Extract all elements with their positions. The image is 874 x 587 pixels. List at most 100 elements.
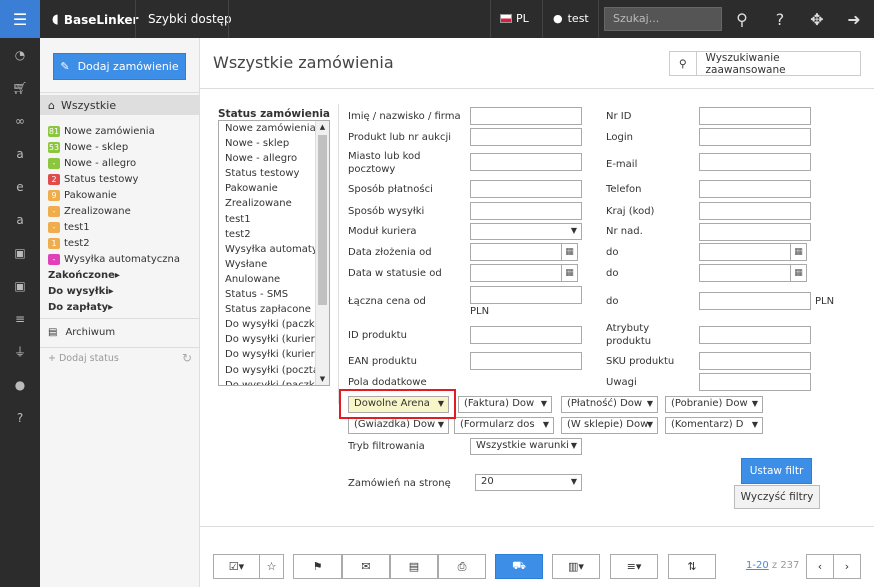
status-option[interactable]: Status - SMS <box>219 287 329 302</box>
sidebar-item-status[interactable]: - Wysyłka automatyczna <box>48 251 198 267</box>
status-option[interactable]: Do wysyłki (poczta <box>219 363 329 378</box>
scrollbar-thumb[interactable] <box>318 135 327 305</box>
select-all-button[interactable]: ☑▾ <box>213 554 260 579</box>
sidebar-item-status[interactable]: - test1 <box>48 219 198 235</box>
refresh-icon[interactable]: ↻ <box>182 351 192 365</box>
search-input[interactable]: Szukaj... <box>604 7 722 31</box>
status-option[interactable]: Nowe zamówienia <box>219 121 329 136</box>
sidebar-group-finished[interactable]: Zakończone ▸ <box>48 267 198 283</box>
status-option[interactable]: Wysyłka automaty <box>219 242 329 257</box>
language-selector[interactable]: PL <box>500 12 529 25</box>
quick-access-link[interactable]: Szybki dostęp <box>148 12 232 26</box>
move-icon[interactable]: ✥ <box>799 0 835 38</box>
phone-field[interactable] <box>699 180 811 198</box>
status-multiselect[interactable]: Nowe zamówienia Nowe - sklep Nowe - alle… <box>218 120 330 386</box>
star-button[interactable]: ☆ <box>259 554 284 579</box>
product-id-field[interactable] <box>470 326 582 344</box>
status-option[interactable]: Wysłane <box>219 257 329 272</box>
status-option[interactable]: Nowe - allegro <box>219 151 329 166</box>
status-option[interactable]: Do wysyłki (paczko <box>219 317 329 332</box>
payment-field[interactable] <box>470 180 582 198</box>
sidebar-item-all[interactable]: ⌂ Wszystkie <box>40 95 200 115</box>
email-field[interactable] <box>699 153 811 171</box>
extra-field-select-store[interactable]: (W sklepie) Dow <box>561 417 658 434</box>
sidebar-item-status[interactable]: 53 Nowe - sklep <box>48 139 198 155</box>
status-option[interactable]: Do wysyłki (kurier <box>219 332 329 347</box>
sidebar-group-to-pay[interactable]: Do zapłaty ▸ <box>48 299 198 315</box>
status-option[interactable]: test2 <box>219 227 329 242</box>
date-status-from-field[interactable] <box>470 264 562 282</box>
sidebar-item-status[interactable]: 81 Nowe zamówienia <box>48 123 198 139</box>
filter-mode-select[interactable]: Wszystkie warunki <box>470 438 582 455</box>
clear-filters-button[interactable]: Wyczyść filtry <box>734 485 820 509</box>
status-option[interactable]: Pakowanie <box>219 181 329 196</box>
calendar-icon[interactable]: ▦ <box>562 243 578 261</box>
user-menu[interactable]: ● test <box>553 12 589 25</box>
bag-icon[interactable]: ▣ <box>0 236 40 269</box>
brand-logo[interactable]: ◖ BaseLinker <box>52 12 138 27</box>
next-page-button[interactable]: › <box>833 554 861 579</box>
sidebar-group-to-ship[interactable]: Do wysyłki ▸ <box>48 283 198 299</box>
city-field[interactable] <box>470 153 582 171</box>
order-id-field[interactable] <box>699 107 811 125</box>
amazon2-icon[interactable]: a <box>0 203 40 236</box>
per-page-select[interactable]: 20 <box>475 474 582 491</box>
add-status-link[interactable]: + Dodaj status <box>48 353 119 364</box>
status-option[interactable]: Do wysyłki (paczk <box>219 378 329 385</box>
product-field[interactable] <box>470 128 582 146</box>
logout-icon[interactable]: ➜ <box>836 0 872 38</box>
calendar-icon[interactable]: ▦ <box>791 243 807 261</box>
apply-filter-button[interactable]: Ustaw filtr <box>741 458 812 484</box>
extra-field-select-star[interactable]: (Gwiazdka) Dow <box>348 417 449 434</box>
scroll-up-icon[interactable]: ▲ <box>316 121 329 133</box>
status-option[interactable]: Zrealizowane <box>219 196 329 211</box>
date-status-to-field[interactable] <box>699 264 791 282</box>
database-icon[interactable]: ≡ <box>0 302 40 335</box>
calendar-icon[interactable]: ▦ <box>791 264 807 282</box>
list-button[interactable]: ≡▾ <box>610 554 658 579</box>
date-created-from-field[interactable] <box>470 243 562 261</box>
notes-field[interactable] <box>699 373 811 391</box>
sort-button[interactable]: ⇅ <box>668 554 716 579</box>
mail-button[interactable]: ✉ <box>342 554 390 579</box>
sidebar-item-status[interactable]: - Nowe - allegro <box>48 155 198 171</box>
sidebar-item-archive[interactable]: ▤ Archiwum <box>48 327 115 338</box>
status-option[interactable]: Nowe - sklep <box>219 136 329 151</box>
sidebar-item-status[interactable]: 1 test2 <box>48 235 198 251</box>
ean-field[interactable] <box>470 352 582 370</box>
search-icon[interactable]: ⚲ <box>724 0 760 38</box>
status-option[interactable]: test1 <box>219 212 329 227</box>
dashboard-icon[interactable]: ◔ <box>0 38 40 71</box>
extra-field-select-invoice[interactable]: (Faktura) Dow <box>458 396 552 413</box>
date-created-to-field[interactable] <box>699 243 791 261</box>
help-icon[interactable]: ? <box>0 401 40 434</box>
pagination-range[interactable]: 1-20 <box>746 560 769 571</box>
status-option[interactable]: Status testowy <box>219 166 329 181</box>
tracking-field[interactable] <box>699 223 811 241</box>
extra-field-select-cod[interactable]: (Pobranie) Dow <box>665 396 763 413</box>
document-button[interactable]: ▤ <box>390 554 438 579</box>
amazon-icon[interactable]: a <box>0 137 40 170</box>
shipping-field[interactable] <box>470 202 582 220</box>
status-option[interactable]: Status zapłacone <box>219 302 329 317</box>
sidebar-item-status[interactable]: 9 Pakowanie <box>48 187 198 203</box>
name-field[interactable] <box>470 107 582 125</box>
menu-icon[interactable]: ☰ <box>0 0 40 38</box>
print-button[interactable]: ⎙ <box>438 554 486 579</box>
sidebar-item-status[interactable]: 2 Status testowy <box>48 171 198 187</box>
sku-field[interactable] <box>699 352 811 370</box>
sidebar-item-status[interactable]: - Zrealizowane <box>48 203 198 219</box>
prev-page-button[interactable]: ‹ <box>806 554 834 579</box>
total-from-field[interactable] <box>470 286 582 304</box>
country-field[interactable] <box>699 202 811 220</box>
link-icon[interactable]: ∞ <box>0 104 40 137</box>
package-button[interactable]: ▥▾ <box>552 554 600 579</box>
calendar-icon[interactable]: ▦ <box>562 264 578 282</box>
flag-button[interactable]: ⚑ <box>293 554 342 579</box>
cart-icon[interactable]: 🛒︎ <box>0 71 40 104</box>
status-option[interactable]: Anulowane <box>219 272 329 287</box>
user-icon[interactable]: ● <box>0 368 40 401</box>
status-option[interactable]: Do wysyłki (kurier) <box>219 347 329 362</box>
courier-select[interactable] <box>470 223 582 240</box>
total-to-field[interactable] <box>699 292 811 310</box>
